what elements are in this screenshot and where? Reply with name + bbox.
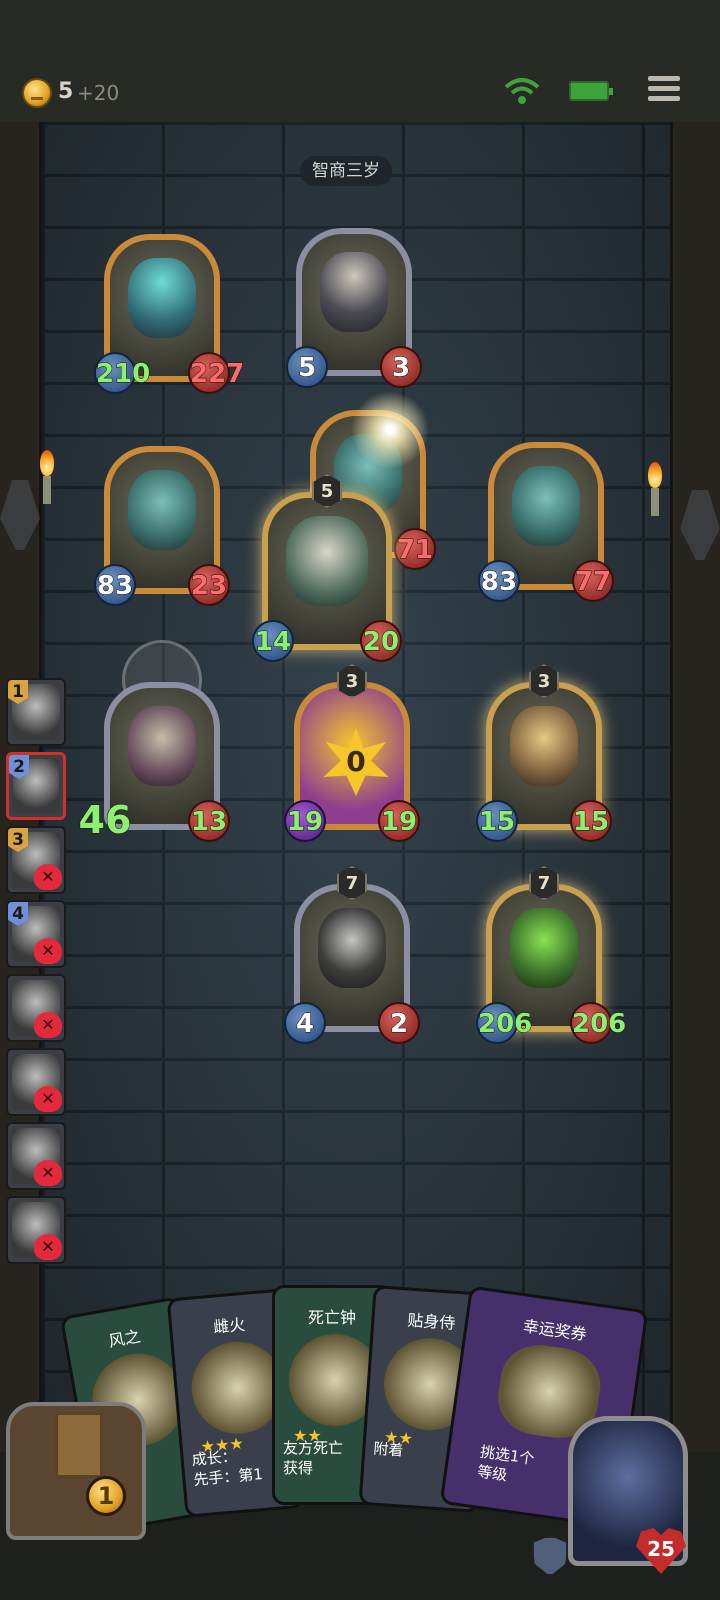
opponent-slot[interactable] xyxy=(6,1048,66,1116)
gold-coin-icon xyxy=(22,78,52,108)
health-stat: 2 xyxy=(378,1002,420,1044)
health-stat: 227 xyxy=(188,352,245,394)
attack-stat: 46 xyxy=(78,798,132,842)
enemy-minion[interactable]: 83 23 xyxy=(94,446,230,606)
health-stat: 20 xyxy=(360,620,402,662)
opponent-name-tag: 智商三岁 xyxy=(300,156,392,186)
opponent-slot[interactable]: 3 xyxy=(6,826,66,894)
teal-drake-art xyxy=(512,466,580,546)
gold-bonus: +20 xyxy=(77,81,120,105)
battery-icon xyxy=(569,81,613,101)
enemy-minion[interactable]: 83 77 xyxy=(478,442,614,602)
friendly-minion[interactable]: 3 15 15 xyxy=(476,664,612,842)
health-stat: 15 xyxy=(570,800,612,842)
menu-icon[interactable] xyxy=(648,76,680,106)
opponent-slot-current[interactable]: 2 xyxy=(6,752,66,820)
attack-stat: 14 xyxy=(252,620,294,662)
opponent-slot[interactable] xyxy=(6,1122,66,1190)
top-bar: 5 +20 xyxy=(0,0,720,122)
health-stat: 77 xyxy=(572,560,614,602)
mummy-priest-art xyxy=(510,706,578,786)
health-stat: 13 xyxy=(188,800,230,842)
green-slime-art xyxy=(510,908,578,988)
health-stat: 19 xyxy=(378,800,420,842)
opponent-slot[interactable] xyxy=(6,974,66,1042)
star-counter-icon: 0 xyxy=(323,728,389,796)
health-stat: 71 xyxy=(394,528,436,570)
skull-icon xyxy=(34,1086,62,1112)
shield-icon xyxy=(532,1536,568,1576)
skull-icon xyxy=(34,938,62,964)
friendly-minion[interactable]: 46 13 xyxy=(78,682,230,842)
opponent-slot[interactable]: 4 xyxy=(6,900,66,968)
dragon-lord-art xyxy=(286,516,368,606)
skull-cultist-art xyxy=(320,252,388,332)
gold-amount: 5 xyxy=(58,79,74,104)
opponent-sidebar: 1 2 3 4 xyxy=(2,678,68,1278)
attack-stat: 5 xyxy=(286,346,328,388)
attack-impact-spark xyxy=(340,380,440,480)
opponent-slot[interactable]: 1 xyxy=(6,678,66,746)
attack-stat: 83 xyxy=(478,560,520,602)
friendly-minion[interactable]: 7 4 2 xyxy=(284,866,420,1044)
attack-stat: 19 xyxy=(284,800,326,842)
health-stat: 23 xyxy=(188,564,230,606)
right-wall xyxy=(670,122,720,1452)
attack-stat: 210 xyxy=(94,352,151,394)
skull-icon xyxy=(34,1234,62,1260)
attack-stat: 83 xyxy=(94,564,136,606)
enemy-minion[interactable]: 5 3 xyxy=(286,228,422,388)
chest-coin-count: 1 xyxy=(86,1476,126,1516)
attacking-minion[interactable]: 5 14 20 xyxy=(252,474,402,662)
skull-icon xyxy=(34,1012,62,1038)
torch-right xyxy=(642,462,668,516)
attack-stat: 4 xyxy=(284,1002,326,1044)
attack-stat: 206 xyxy=(476,1002,533,1044)
wifi-icon xyxy=(504,78,540,104)
hero-health: 25 xyxy=(636,1528,686,1574)
friendly-minion[interactable]: 7 206 206 xyxy=(476,866,627,1044)
attack-stat: 15 xyxy=(476,800,518,842)
ram-beast-art xyxy=(128,706,196,786)
torch-left xyxy=(34,450,60,504)
opponent-slot[interactable] xyxy=(6,1196,66,1264)
ghost-beast-art xyxy=(128,258,196,338)
dark-knight-art xyxy=(318,908,386,988)
enemy-minion[interactable]: 210 227 xyxy=(94,234,245,394)
teal-drake-art xyxy=(128,470,196,550)
skull-icon xyxy=(34,864,62,890)
friendly-minion[interactable]: 0 3 19 19 xyxy=(284,664,420,842)
health-stat: 206 xyxy=(570,1002,627,1044)
skull-icon xyxy=(34,1160,62,1186)
treasure-chest-icon[interactable] xyxy=(6,1402,146,1540)
